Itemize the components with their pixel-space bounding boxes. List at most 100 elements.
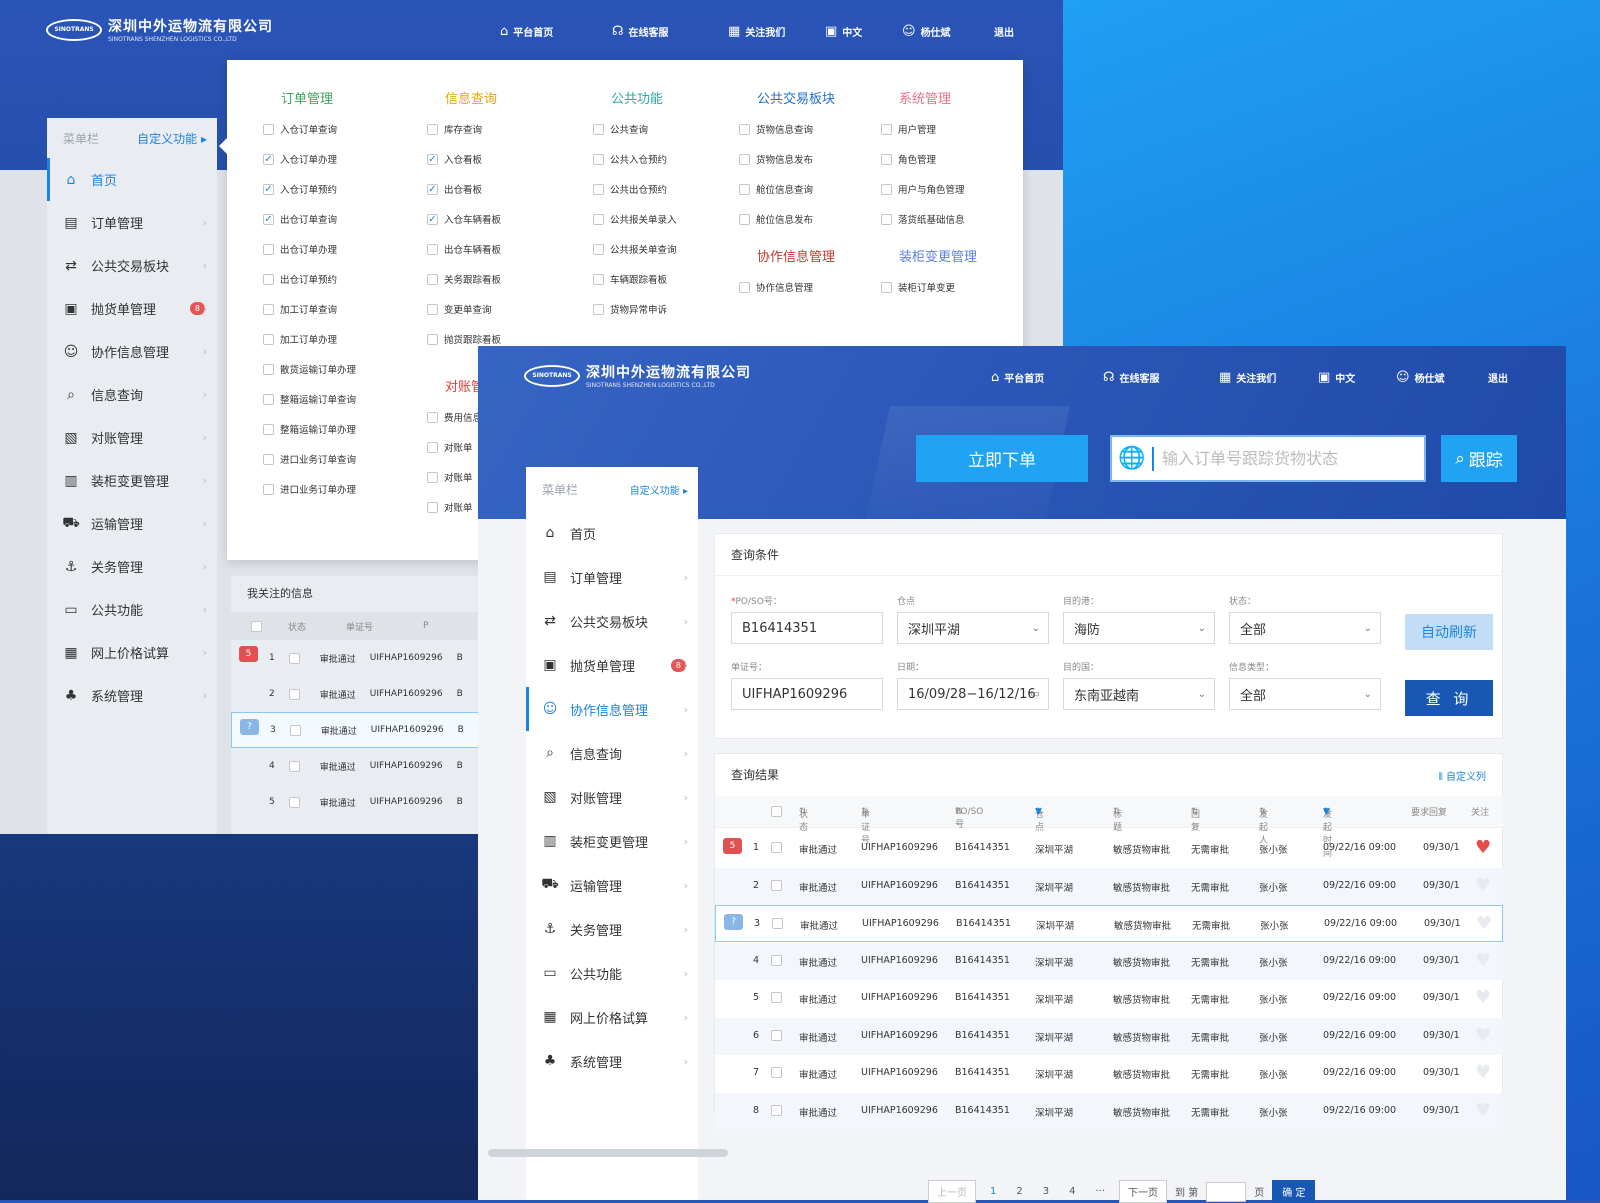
page-3[interactable]: 3 (1037, 1184, 1055, 1199)
option-checkbox[interactable] (739, 153, 750, 165)
option-checkbox[interactable] (263, 363, 274, 375)
horizontal-scrollbar[interactable] (488, 1149, 728, 1157)
dropdown-option[interactable]: 库存查询 (427, 114, 501, 144)
option-checkbox[interactable]: ✓ (427, 183, 438, 195)
option-checkbox[interactable] (427, 333, 438, 345)
option-checkbox[interactable] (427, 501, 438, 513)
query-button[interactable]: 查 询 (1405, 680, 1493, 716)
dropdown-option[interactable]: 公共报关单查询 (593, 234, 677, 264)
custom-function-toggle[interactable]: 自定义功能 ▸ (630, 482, 688, 497)
option-checkbox[interactable] (263, 483, 274, 495)
dropdown-option[interactable]: 出仓车辆看板 (427, 234, 501, 264)
dropdown-option[interactable]: 公共出仓预约 (593, 174, 677, 204)
dropdown-option[interactable]: 出仓订单办理 (263, 234, 356, 264)
dropdown-option[interactable]: 变更单查询 (427, 294, 501, 324)
dropdown-option[interactable]: ✓ 入仓看板 (427, 144, 501, 174)
heart-icon[interactable]: ♥ (1475, 876, 1491, 895)
sidebar-item-8[interactable]: ⛟ 运输管理 › (47, 502, 217, 545)
nav-platform-home[interactable]: ⌂ 平台首页 (991, 370, 1103, 385)
page-2[interactable]: 2 (1010, 1184, 1028, 1199)
dropdown-option[interactable]: 散货运输订单办理 (263, 354, 356, 384)
option-checkbox[interactable] (739, 213, 750, 225)
row-checkbox[interactable] (771, 1029, 782, 1041)
option-checkbox[interactable]: ✓ (263, 153, 274, 165)
custom-columns-button[interactable]: ⫴ 自定义列 (1439, 768, 1486, 783)
dropdown-option[interactable]: 用户与角色管理 (881, 174, 977, 204)
goto-page-input[interactable] (1206, 1181, 1247, 1202)
col-po[interactable]: PO/SO号 ⇅ (955, 807, 983, 830)
sidebar-item-0[interactable]: ⌂ 首页 (47, 158, 217, 201)
option-checkbox[interactable] (263, 333, 274, 345)
nav-language[interactable]: ▣ 中文 (1318, 370, 1396, 385)
dropdown-option[interactable]: ✓ 入仓订单预约 (263, 174, 356, 204)
option-checkbox[interactable] (263, 303, 274, 315)
option-checkbox[interactable] (263, 123, 274, 135)
page-4[interactable]: 4 (1063, 1184, 1081, 1199)
dropdown-option[interactable]: 整箱运输订单办理 (263, 414, 356, 444)
sidebar-item-11[interactable]: ▦ 网上价格试算 › (526, 995, 698, 1039)
dropdown-option[interactable]: 舱位信息查询 (739, 174, 835, 204)
warehouse-select[interactable]: 深圳平湖 ⌄ (897, 612, 1049, 644)
sidebar-item-1[interactable]: ▤ 订单管理 › (47, 201, 217, 244)
dropdown-option[interactable]: 入仓订单查询 (263, 114, 356, 144)
dropdown-option[interactable]: 关务跟踪看板 (427, 264, 501, 294)
nav-logout[interactable]: 退出 (994, 24, 1014, 39)
track-button[interactable]: ⌕ 跟踪 (1441, 435, 1517, 482)
table-row[interactable]: 8 审批通过 UIFHAP1609296 B16414351 深圳平湖 敏感货物审批 无需审… (715, 1092, 1503, 1130)
nav-online-service[interactable]: ☊ 在线客服 (1103, 370, 1219, 385)
row-checkbox[interactable] (771, 954, 782, 966)
option-checkbox[interactable] (881, 123, 892, 135)
custom-function-toggle[interactable]: 自定义功能 ▸ (137, 130, 207, 147)
sidebar-item-8[interactable]: ⛟ 运输管理 › (526, 863, 698, 907)
filter-icon[interactable]: ▼ (1035, 807, 1042, 817)
row-checkbox[interactable] (289, 724, 301, 736)
sidebar-item-3[interactable]: ▣ 抛货单管理 8 › (526, 643, 698, 687)
table-row[interactable]: 5 1 审批通过 UIFHAP1609296 B (231, 640, 481, 676)
option-checkbox[interactable] (427, 273, 438, 285)
col-doc[interactable]: 单证号 ⇅ (861, 807, 870, 846)
option-checkbox[interactable] (593, 273, 604, 285)
table-row[interactable]: ? 3 审批通过 UIFHAP1609296 B (231, 712, 481, 748)
dropdown-option[interactable]: 角色管理 (881, 144, 977, 174)
sidebar-item-12[interactable]: ♣ 系统管理 › (47, 674, 217, 717)
sidebar-item-3[interactable]: ▣ 抛货单管理 8 › (47, 287, 217, 330)
sidebar-item-10[interactable]: ▭ 公共功能 › (47, 588, 217, 631)
row-checkbox[interactable] (772, 918, 783, 929)
dropdown-option[interactable]: 装柜订单变更 (881, 272, 977, 302)
brand-logo[interactable]: SINOTRANS 深圳中外运物流有限公司 SINOTRANS SHENZHEN … (46, 16, 273, 43)
option-checkbox[interactable] (739, 183, 750, 195)
nav-platform-home[interactable]: ⌂ 平台首页 (500, 24, 612, 39)
table-row[interactable]: 5 审批通过 UIFHAP1609296 B (231, 784, 481, 820)
dropdown-option[interactable]: 出仓订单预约 (263, 264, 356, 294)
sidebar-item-5[interactable]: ⌕ 信息查询 › (526, 731, 698, 775)
table-row[interactable]: 5 审批通过 UIFHAP1609296 B16414351 深圳平湖 敏感货物审批 无需审… (715, 980, 1503, 1017)
place-order-button[interactable]: 立即下单 (916, 435, 1088, 482)
sidebar-item-11[interactable]: ▦ 网上价格试算 › (47, 631, 217, 674)
col-reply[interactable]: 回复 ⇅ (1191, 807, 1200, 833)
sidebar-item-4[interactable]: ☺ 协作信息管理 › (526, 687, 698, 731)
info-type-select[interactable]: 全部 ⌄ (1229, 678, 1381, 710)
row-checkbox[interactable] (771, 1104, 782, 1116)
option-checkbox[interactable] (263, 273, 274, 285)
option-checkbox[interactable] (739, 123, 750, 135)
option-checkbox[interactable] (593, 123, 604, 135)
dropdown-option[interactable]: 进口业务订单办理 (263, 474, 356, 504)
nav-language[interactable]: ▣ 中文 (825, 24, 902, 39)
option-checkbox[interactable]: ✓ (263, 183, 274, 195)
option-checkbox[interactable]: ✓ (427, 213, 438, 225)
row-checkbox[interactable] (771, 1067, 782, 1078)
dropdown-option[interactable]: 公共入仓预约 (593, 144, 677, 174)
option-checkbox[interactable] (263, 243, 274, 255)
table-row[interactable]: 5 1 审批通过 UIFHAP1609296 B16414351 深圳平湖 敏感货物审批 无需… (715, 830, 1503, 867)
row-checkbox[interactable] (771, 879, 782, 891)
dropdown-option[interactable]: 货物异常申诉 (593, 294, 677, 324)
option-checkbox[interactable]: ✓ (427, 153, 438, 165)
nav-online-service[interactable]: ☊ 在线客服 (612, 24, 728, 39)
col-status[interactable]: 状态 ⇅ (799, 807, 808, 833)
document-number-input[interactable]: UIFHAP1609296 (731, 678, 883, 710)
table-row[interactable]: 6 审批通过 UIFHAP1609296 B16414351 深圳平湖 敏感货物审批 无需审… (715, 1017, 1503, 1055)
dropdown-option[interactable]: 进口业务订单查询 (263, 444, 356, 474)
select-all-checkbox[interactable] (251, 620, 262, 632)
row-checkbox[interactable] (288, 760, 300, 772)
sidebar-item-2[interactable]: ⇄ 公共交易板块 › (526, 599, 698, 643)
